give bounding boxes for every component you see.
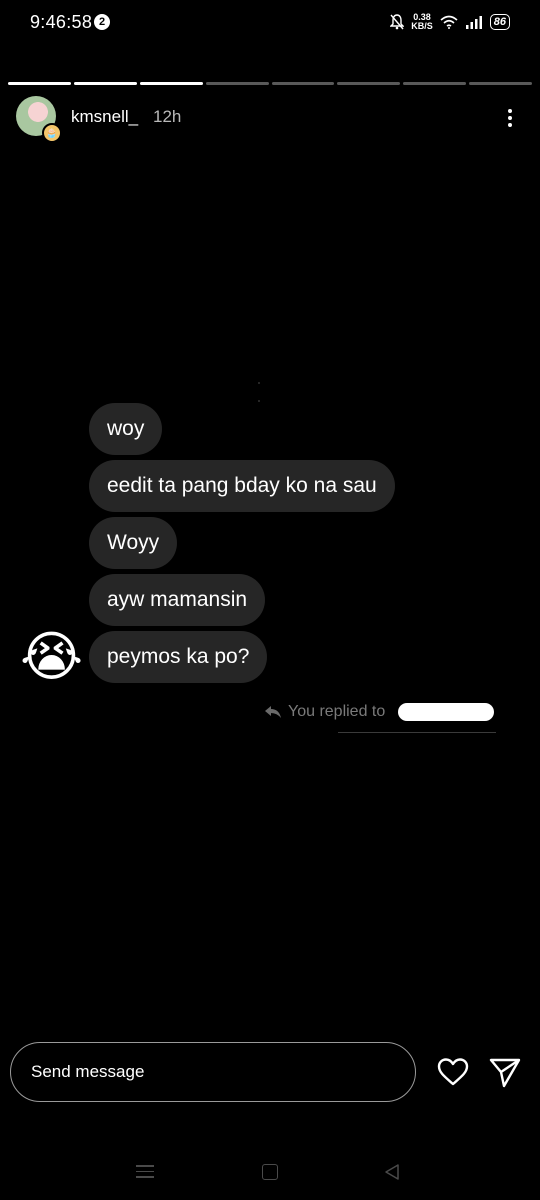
recents-icon[interactable] [136, 1165, 154, 1179]
bell-muted-icon [390, 14, 405, 30]
wifi-icon [440, 15, 458, 29]
crying-emoji: 😭 [20, 627, 84, 687]
story-progress-segment [139, 82, 203, 85]
faint-dots [258, 371, 278, 402]
back-icon[interactable] [382, 1162, 402, 1182]
reply-note-text: You replied to [288, 703, 386, 720]
message-placeholder: Send message [31, 1062, 145, 1081]
notification-count-badge: 2 [94, 14, 110, 30]
signal-icon [465, 16, 482, 29]
message-bubble: eedit ta pang bday ko na sau [89, 460, 395, 512]
story-progress-segment [8, 82, 71, 85]
battery-indicator: 86 [489, 14, 510, 30]
message-bubble: woy [89, 403, 163, 455]
story-progress-segment [73, 82, 137, 85]
story-progress-segment [271, 82, 335, 85]
reply-divider [338, 732, 496, 733]
story-time: 12h [153, 107, 182, 126]
story-progress-bar [8, 82, 532, 85]
reply-note: You replied to [264, 700, 385, 724]
story-progress-segment [469, 82, 532, 85]
heart-icon[interactable] [436, 1055, 470, 1089]
clock: 9:46:58 [30, 12, 93, 32]
reply-arrow-icon [265, 706, 281, 718]
message-bubble: peymos ka po? [89, 631, 268, 683]
story-progress-segment [337, 82, 401, 85]
story-progress-segment [403, 82, 467, 85]
system-nav-bar [0, 1150, 540, 1200]
message-bubble: ayw mamansin [89, 574, 266, 626]
message-bubble: Woyy [89, 517, 178, 569]
username[interactable]: kmsnell_ [71, 107, 138, 127]
redaction-mark [398, 703, 494, 721]
status-icons: 0.38 KB/S 86 [390, 11, 510, 33]
net-speed: 0.38 KB/S [411, 12, 433, 31]
story-progress-segment [205, 82, 269, 85]
story-header: 🧁 kmsnell_ 12h [0, 96, 540, 143]
home-icon[interactable] [262, 1164, 278, 1180]
message-input[interactable]: Send message [10, 1042, 416, 1102]
avatar-badge-icon: 🧁 [42, 123, 62, 143]
more-options-icon[interactable] [500, 106, 520, 130]
send-icon[interactable] [488, 1055, 522, 1089]
status-bar: 9:46:58 2 0.38 KB/S 86 [0, 0, 540, 46]
